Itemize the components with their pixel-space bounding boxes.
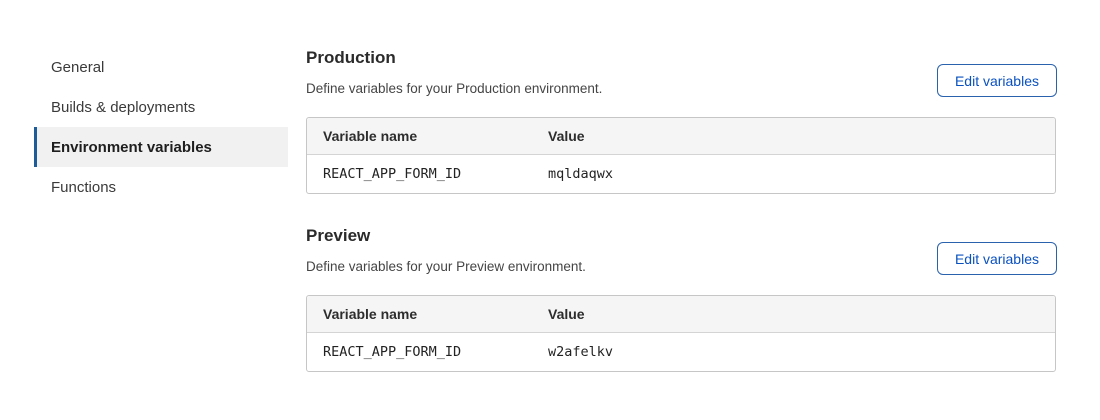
sidebar-item-functions[interactable]: Functions [34, 167, 288, 207]
table-header-row: Variable name Value [307, 296, 1055, 333]
variable-value-cell: w2afelkv [548, 344, 1055, 360]
settings-sidebar: General Builds & deployments Environment… [34, 47, 288, 207]
sidebar-item-environment-variables[interactable]: Environment variables [34, 127, 288, 167]
column-header-variable-name: Variable name [307, 306, 548, 322]
variable-name-cell: REACT_APP_FORM_ID [307, 344, 548, 360]
preview-edit-variables-button[interactable]: Edit variables [937, 242, 1057, 275]
production-section-title: Production [306, 48, 396, 68]
variable-name-cell: REACT_APP_FORM_ID [307, 166, 548, 182]
production-section-description: Define variables for your Production env… [306, 81, 602, 96]
table-row: REACT_APP_FORM_ID mqldaqwx [307, 155, 1055, 193]
table-row: REACT_APP_FORM_ID w2afelkv [307, 333, 1055, 371]
preview-variables-table: Variable name Value REACT_APP_FORM_ID w2… [306, 295, 1056, 372]
preview-section-description: Define variables for your Preview enviro… [306, 259, 586, 274]
variable-value-cell: mqldaqwx [548, 166, 1055, 182]
column-header-value: Value [548, 306, 1055, 322]
preview-section-title: Preview [306, 226, 370, 246]
sidebar-item-general[interactable]: General [34, 47, 288, 87]
table-header-row: Variable name Value [307, 118, 1055, 155]
sidebar-item-builds-deployments[interactable]: Builds & deployments [34, 87, 288, 127]
column-header-variable-name: Variable name [307, 128, 548, 144]
settings-page: General Builds & deployments Environment… [0, 0, 1100, 420]
production-variables-table: Variable name Value REACT_APP_FORM_ID mq… [306, 117, 1056, 194]
column-header-value: Value [548, 128, 1055, 144]
production-edit-variables-button[interactable]: Edit variables [937, 64, 1057, 97]
